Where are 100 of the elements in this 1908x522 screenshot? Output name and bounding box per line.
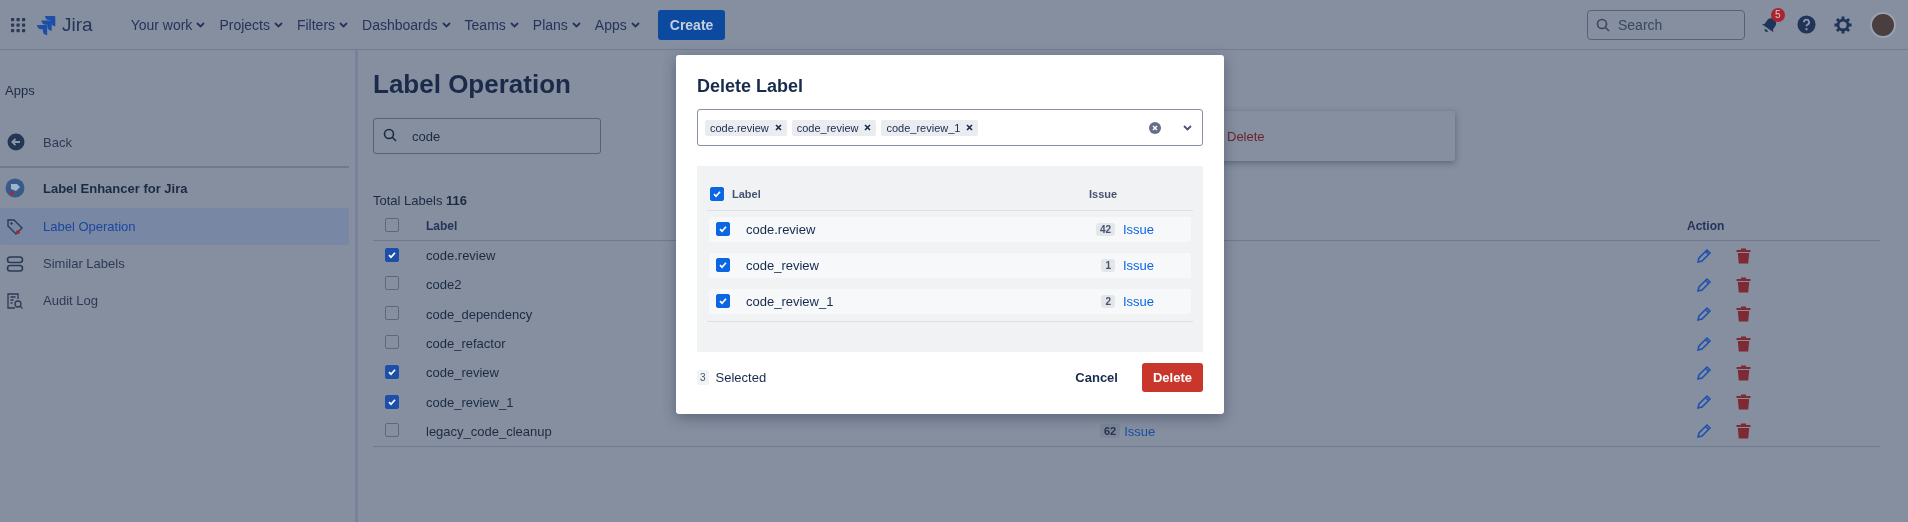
label-tag: code.review — [705, 119, 787, 136]
cancel-button[interactable]: Cancel — [1063, 364, 1130, 391]
checkbox[interactable] — [716, 258, 730, 272]
remove-icon[interactable] — [864, 124, 872, 131]
stack-icon — [6, 254, 24, 273]
remove-icon[interactable] — [966, 124, 974, 131]
table-cell: code_review — [426, 365, 499, 381]
column-header: Issue — [1089, 187, 1119, 200]
issue-link[interactable]: Issue — [1123, 258, 1191, 273]
table-cell: code_dependency — [426, 306, 533, 322]
label-tag: code_review_1 — [881, 119, 979, 136]
checkbox[interactable] — [710, 186, 724, 201]
audit-log-icon — [6, 291, 24, 310]
search-field[interactable]: Search — [1587, 9, 1745, 40]
table-cell: code.review — [746, 222, 816, 237]
delete-button[interactable]: Delete — [1141, 363, 1203, 392]
nav-menu-item[interactable]: Dashboards — [358, 12, 455, 37]
issue-count: 2 — [1101, 295, 1115, 308]
dialog-title: Delete Label — [697, 75, 805, 98]
label-select-field[interactable]: code.review code_review code_review_1 — [697, 109, 1203, 146]
checkmark-icon — [718, 296, 728, 306]
selected-label: Selected — [715, 370, 767, 385]
trash-icon[interactable] — [1736, 335, 1751, 352]
nav-menu-item[interactable]: Projects — [215, 12, 287, 37]
trash-icon[interactable] — [1736, 394, 1751, 411]
checkbox[interactable] — [385, 276, 399, 291]
trash-icon[interactable] — [1736, 423, 1751, 440]
checkbox[interactable] — [385, 422, 399, 437]
page-title: Label Operation — [373, 68, 571, 100]
edit-icon[interactable] — [1696, 364, 1712, 381]
nav-menu-item[interactable]: Plans — [528, 12, 585, 37]
logo-icon — [36, 14, 56, 35]
search-icon — [1596, 17, 1610, 32]
table-cell: code2 — [426, 277, 462, 293]
nav-menu-item[interactable]: Filters — [292, 12, 353, 37]
tag-icon — [6, 217, 24, 236]
issue-link[interactable]: Issue — [1123, 222, 1191, 237]
issue-count: 62 — [1100, 424, 1121, 439]
edit-icon[interactable] — [1696, 423, 1712, 440]
total-labels: Total Labels 116 — [373, 192, 467, 210]
create-button[interactable]: Create — [657, 9, 726, 40]
caret-icon — [273, 21, 283, 28]
search-field[interactable]: code — [373, 118, 601, 154]
app-switcher-icon[interactable] — [10, 16, 26, 33]
issue-count: 1 — [1101, 259, 1115, 272]
product-name: Jira — [62, 13, 93, 36]
trash-icon[interactable] — [1736, 276, 1751, 293]
table-cell: code_review — [746, 258, 819, 273]
sidebar-heading: Apps — [5, 83, 35, 100]
column-header: Label — [731, 187, 762, 200]
edit-icon[interactable] — [1696, 306, 1712, 323]
checkmark-icon — [718, 224, 728, 234]
menu-item[interactable]: Delete — [1227, 128, 1265, 144]
trash-icon[interactable] — [1736, 306, 1751, 323]
column-header: Action — [1687, 219, 1725, 233]
checkbox[interactable] — [716, 222, 730, 236]
caret-icon — [196, 21, 206, 28]
sidebar-item[interactable]: Audit Log — [0, 282, 349, 319]
checkbox[interactable] — [385, 365, 399, 380]
caret-icon — [571, 21, 581, 28]
issue-link[interactable]: Issue — [1124, 423, 1156, 439]
table-cell: code.review — [426, 248, 496, 264]
clear-icon[interactable] — [1149, 121, 1161, 134]
checkmark-icon — [712, 188, 722, 199]
edit-icon[interactable] — [1696, 335, 1712, 352]
trash-icon[interactable] — [1736, 247, 1751, 264]
nav-menu-item[interactable]: Teams — [460, 12, 523, 37]
checkmark-icon — [718, 260, 728, 270]
nav-menu-item[interactable]: Apps — [590, 12, 644, 37]
checkbox[interactable] — [385, 394, 399, 409]
checkbox[interactable] — [385, 217, 399, 232]
checkmark-icon — [387, 396, 397, 407]
trash-icon[interactable] — [1736, 364, 1751, 381]
sidebar-item[interactable]: Label Operation — [0, 208, 349, 245]
search-icon — [383, 128, 397, 142]
help-icon[interactable] — [1797, 15, 1816, 34]
remove-icon[interactable] — [774, 124, 782, 131]
sidebar-item[interactable]: Similar Labels — [0, 245, 349, 282]
avatar[interactable] — [1870, 11, 1896, 38]
table-cell: code_review_1 — [426, 394, 514, 410]
label-tag: code_review — [791, 119, 877, 136]
notification-count: 5 — [1771, 7, 1785, 22]
app-logo-icon — [5, 178, 25, 198]
column-header: Label — [426, 219, 458, 233]
caret-icon — [509, 21, 519, 28]
edit-icon[interactable] — [1696, 394, 1712, 411]
issue-link[interactable]: Issue — [1123, 294, 1191, 309]
back-link[interactable]: Back — [7, 131, 72, 153]
caret-icon — [1183, 124, 1192, 131]
caret-icon — [441, 21, 451, 28]
edit-icon[interactable] — [1696, 276, 1712, 293]
checkbox[interactable] — [385, 248, 399, 263]
checkbox[interactable] — [385, 335, 399, 350]
edit-icon[interactable] — [1696, 247, 1712, 264]
nav-menu-item[interactable]: Your work — [126, 12, 210, 37]
checkbox[interactable] — [716, 294, 730, 308]
settings-icon[interactable] — [1834, 15, 1852, 34]
caret-icon — [339, 21, 349, 28]
checkbox[interactable] — [385, 305, 399, 320]
table-cell: code_refactor — [426, 336, 506, 352]
